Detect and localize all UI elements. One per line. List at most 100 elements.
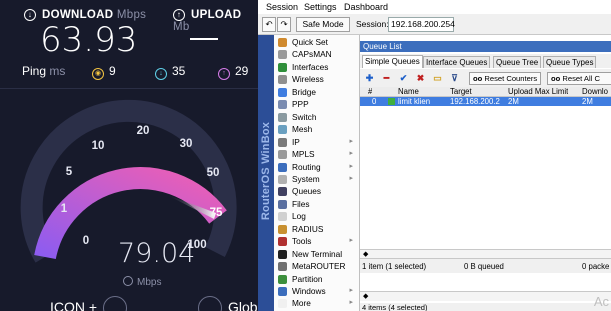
sidebar-item-label: MPLS — [292, 149, 315, 160]
row-name: limit klien — [398, 97, 431, 106]
menu-session[interactable]: Session — [266, 2, 298, 12]
activation-watermark: Ac — [593, 294, 609, 309]
bridge-icon — [278, 87, 287, 97]
tab-queue-types[interactable]: Queue Types — [543, 56, 597, 68]
sidebar-item-tools[interactable]: Tools ▸ — [274, 235, 359, 248]
enable-icon[interactable]: ✔ — [397, 72, 410, 84]
sidebar-item-partition[interactable]: Partition — [274, 273, 359, 286]
gauge-unit-icon — [123, 276, 133, 286]
gauge-tick-label: 30 — [180, 138, 193, 150]
queues-icon — [278, 187, 287, 197]
sidebar-item-system[interactable]: System ▸ — [274, 173, 359, 186]
interfaces-icon — [278, 62, 287, 72]
terminal-icon — [278, 249, 287, 259]
gauge-tick-label: 5 — [66, 166, 73, 178]
wireless-icon — [278, 75, 287, 85]
ping-unit: ms — [49, 64, 66, 78]
col-target[interactable]: Target — [450, 87, 472, 96]
reset-all-counters-button[interactable]: oo Reset All C — [547, 72, 611, 85]
partition-icon — [278, 274, 287, 284]
sidebar-item-metarouter[interactable]: MetaROUTER — [274, 260, 359, 273]
sidebar-item-label: RADIUS — [292, 223, 324, 234]
submenu-arrow-icon: ▸ — [349, 299, 353, 307]
tab-queue-tree[interactable]: Queue Tree — [493, 56, 542, 68]
sidebar-item-label: Partition — [292, 273, 323, 284]
submenu-arrow-icon: ▸ — [349, 137, 353, 145]
gauge-unit: Mbps — [123, 276, 161, 288]
sidebar-item-label: IP — [292, 136, 300, 147]
safe-mode-button[interactable]: Safe Mode — [296, 17, 350, 32]
gauge-tick-label: 1 — [61, 203, 68, 215]
lower-scrollbar[interactable]: ◆ — [360, 291, 611, 301]
undo-button[interactable]: ↶ — [262, 17, 276, 32]
capsman-icon — [278, 50, 287, 60]
provider-right[interactable]: Global Mo — [192, 296, 258, 311]
switch-icon — [278, 112, 287, 122]
sidebar-item-interfaces[interactable]: Interfaces — [274, 61, 359, 74]
provider-right-label: Global Mo — [228, 299, 258, 311]
reset-counters-button[interactable]: oo Reset Counters — [469, 72, 542, 85]
status-packets: 0 packe — [582, 262, 610, 271]
row-download: 2M — [582, 97, 593, 106]
sidebar-item-more[interactable]: More ▸ — [274, 297, 359, 310]
upload-arrow-icon: ↑ — [173, 9, 185, 21]
down-ping-value: 35 — [172, 64, 186, 78]
sidebar-item-capsman[interactable]: CAPsMAN — [274, 48, 359, 61]
brand-strip: RouterOS WinBox — [258, 35, 274, 311]
col-upload-max[interactable]: Upload Max Limit — [508, 87, 568, 96]
sidebar-item-routing[interactable]: Routing ▸ — [274, 161, 359, 174]
ip-icon — [278, 137, 287, 147]
comment-icon[interactable]: ▭ — [431, 72, 444, 84]
sidebar-item-mesh[interactable]: Mesh — [274, 123, 359, 136]
menu-dashboard[interactable]: Dashboard — [344, 2, 388, 12]
sidebar-item-label: More — [292, 298, 311, 309]
sidebar-item-label: Routing — [292, 161, 321, 172]
files-icon — [278, 199, 287, 209]
queue-status-bar: 1 item (1 selected) 0 B queued 0 packe — [360, 258, 611, 273]
tab-simple-queues[interactable]: Simple Queues — [362, 55, 423, 68]
sidebar-item-quick-set[interactable]: Quick Set — [274, 36, 359, 49]
row-upload: 2M — [508, 97, 519, 106]
scroll-arrow-icon: ◆ — [363, 293, 369, 300]
add-icon[interactable]: ✚ — [363, 72, 376, 84]
sidebar-item-radius[interactable]: RADIUS — [274, 223, 359, 236]
sidebar-item-files[interactable]: Files — [274, 198, 359, 211]
sidebar-item-queues[interactable]: Queues — [274, 185, 359, 198]
status-selected: 1 item (1 selected) — [362, 262, 427, 271]
filter-icon[interactable]: ⊽ — [448, 72, 461, 84]
sidebar-item-label: Tools — [292, 236, 312, 247]
sidebar-item-label: Mesh — [292, 124, 313, 135]
tab-interface-queues[interactable]: Interface Queues — [423, 56, 491, 68]
provider-left[interactable]: ICON + — [50, 296, 133, 311]
redo-button[interactable]: ↷ — [277, 17, 291, 32]
col-name[interactable]: Name — [398, 87, 419, 96]
menu-settings[interactable]: Settings — [304, 2, 337, 12]
sidebar-item-ip[interactable]: IP ▸ — [274, 136, 359, 149]
sidebar-item-bridge[interactable]: Bridge — [274, 86, 359, 99]
upload-label: UPLOAD — [191, 9, 242, 21]
more-icon — [278, 299, 287, 309]
sidebar-item-ppp[interactable]: PPP — [274, 98, 359, 111]
sidebar-item-label: PPP — [292, 99, 309, 110]
sidebar-item-windows[interactable]: Windows ▸ — [274, 285, 359, 298]
sidebar-item-log[interactable]: Log — [274, 210, 359, 223]
quickset-icon — [278, 38, 287, 47]
sidebar-item-new-terminal[interactable]: New Terminal — [274, 248, 359, 261]
disable-icon[interactable]: ✖ — [414, 72, 427, 84]
sidebar-item-label: MetaROUTER — [292, 261, 346, 272]
submenu-arrow-icon: ▸ — [349, 237, 353, 245]
remove-icon[interactable]: ━ — [380, 72, 393, 84]
session-field[interactable]: 192.168.200.254 — [388, 17, 455, 32]
provider-right-icon — [198, 296, 222, 311]
session-label: Session: — [356, 19, 389, 29]
row-number: 0 — [372, 97, 377, 106]
sidebar-item-switch[interactable]: Switch — [274, 111, 359, 124]
col-download[interactable]: Downlo — [582, 87, 611, 96]
sidebar-item-wireless[interactable]: Wireless — [274, 73, 359, 86]
sidebar-item-label: Queues — [292, 186, 322, 197]
sidebar-item-mpls[interactable]: MPLS ▸ — [274, 148, 359, 161]
reset-counters-label: Reset Counters — [484, 74, 538, 83]
col-number[interactable]: # — [368, 87, 372, 96]
table-row[interactable]: 0 limit klien 192.168.200.2 2M 2M — [360, 97, 611, 106]
upload-unit: Mb — [173, 21, 190, 33]
